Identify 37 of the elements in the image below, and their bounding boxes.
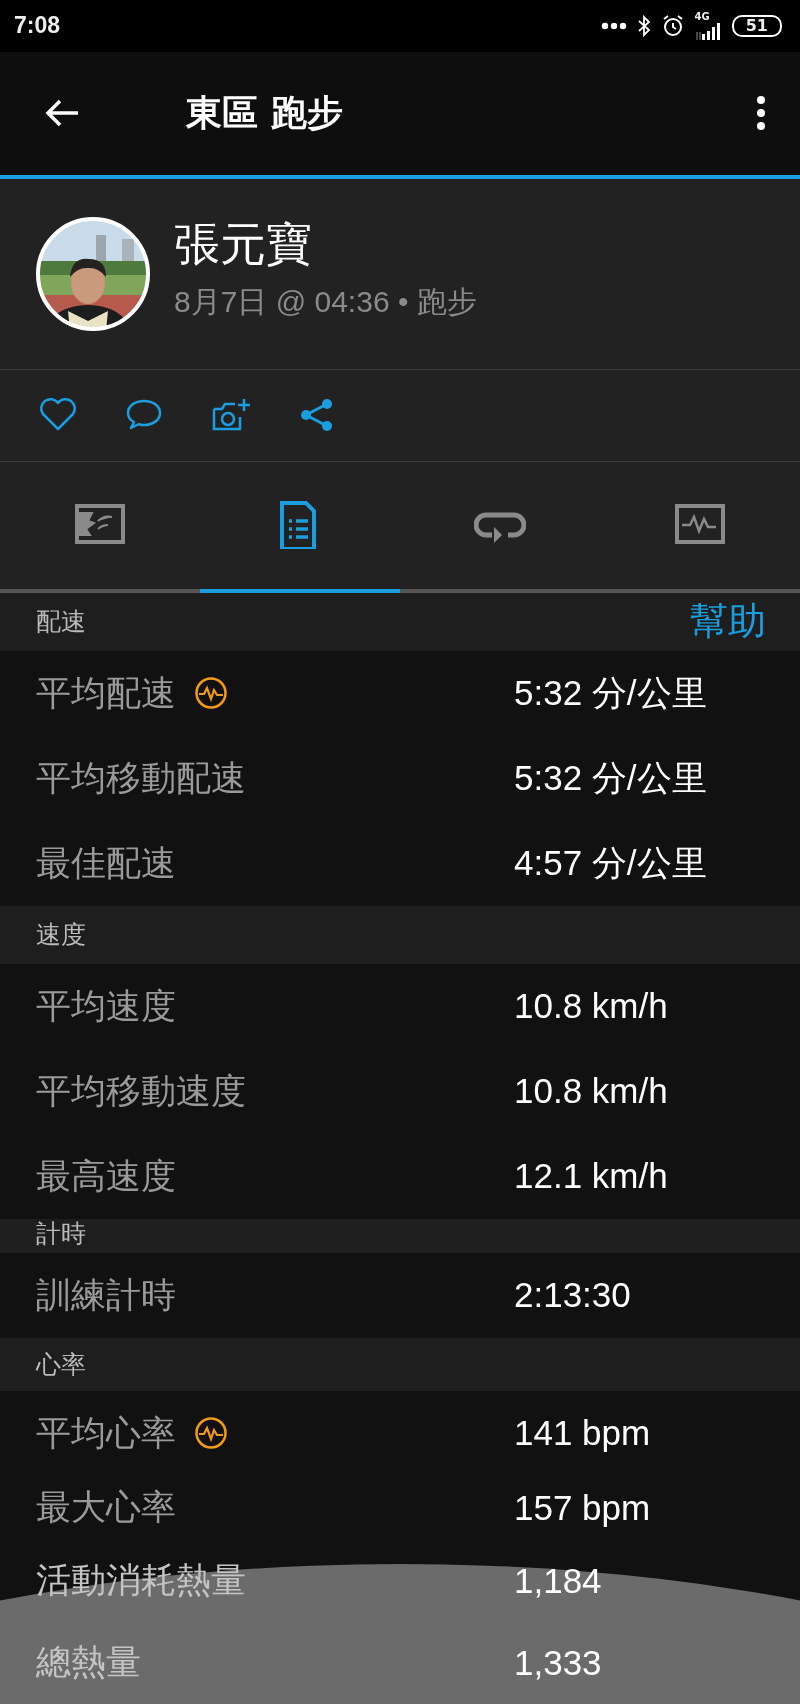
metric-label: 最大心率 <box>36 1486 176 1530</box>
section-title: 計時 <box>36 1219 86 1249</box>
metric-value: 141 bpm <box>514 1413 651 1454</box>
metric-label: 平均移動配速 <box>36 757 246 800</box>
signal-icon <box>695 21 722 40</box>
metric-value: 5:32 分/公里 <box>514 757 707 799</box>
metric-value: 2:13:30 <box>514 1275 631 1316</box>
back-arrow-icon <box>44 98 80 129</box>
metric-label: 平均配速 <box>36 672 176 715</box>
metric-value: 10.8 km/h <box>514 1071 668 1112</box>
metric-label: 最高速度 <box>36 1155 176 1198</box>
menu-icon <box>756 95 766 132</box>
metric-label: 訓練計時 <box>36 1274 176 1317</box>
metric-value: 10.8 km/h <box>514 986 668 1027</box>
metric-value: 157 bpm <box>514 1488 651 1528</box>
help-link[interactable]: 幫助 <box>690 596 766 648</box>
battery-level: 51 <box>731 14 782 37</box>
section-title: 速度 <box>36 919 86 952</box>
clock-time: 7:08 <box>14 12 61 40</box>
metric-value: 5:32 分/公里 <box>514 672 707 714</box>
metric-label: 平均心率 <box>36 1412 176 1455</box>
metric-value: 12.1 km/h <box>514 1156 668 1197</box>
metric-label: 總熱量 <box>36 1641 141 1685</box>
section-title: 心率 <box>36 1349 86 1381</box>
activity-meta: 8月7日 @ 04:36 • 跑步 <box>174 283 477 320</box>
metric-value: 4:57 分/公里 <box>514 842 707 884</box>
athlete-name: 張元寶 <box>174 215 313 273</box>
more-notifications-icon <box>600 21 627 30</box>
metric-value: 1,184 <box>514 1561 602 1601</box>
metric-label: 平均速度 <box>36 985 176 1028</box>
network-type: 4G <box>694 11 710 22</box>
metric-label: 平均移動速度 <box>36 1070 246 1113</box>
bluetooth-icon <box>636 14 651 37</box>
screen-title: 東區 跑步 <box>186 90 344 135</box>
metric-value: 1,333 <box>514 1643 602 1683</box>
metric-label: 最佳配速 <box>36 842 176 885</box>
section-title: 配速 <box>36 606 86 639</box>
